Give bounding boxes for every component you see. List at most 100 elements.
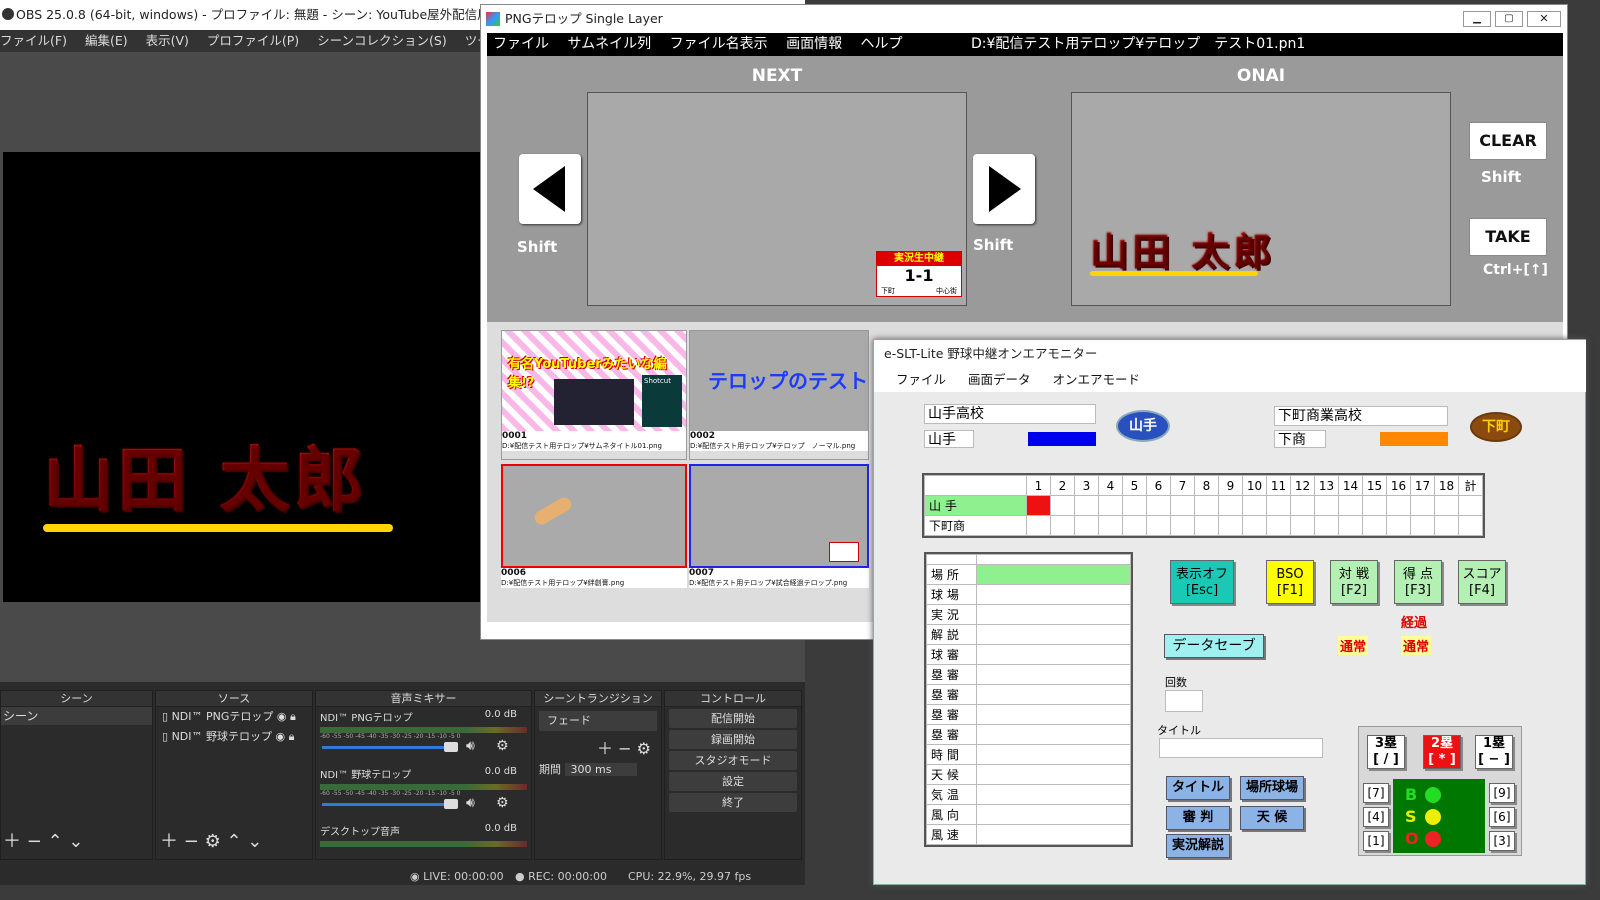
- png-menu-filename[interactable]: ファイル名表示: [670, 36, 768, 52]
- team2-short-field[interactable]: 下商: [1274, 430, 1326, 448]
- source-item[interactable]: ▯ NDI™ PNGテロップ ◉ 🔒︎: [156, 707, 312, 727]
- info-row-value[interactable]: [976, 824, 1131, 845]
- prev-button[interactable]: [519, 154, 581, 224]
- team1-short-field[interactable]: 山手: [924, 430, 974, 448]
- commentary-button[interactable]: 実況解説: [1166, 834, 1230, 858]
- clear-button[interactable]: CLEAR: [1469, 122, 1547, 160]
- matchup-button[interactable]: 対 戦 [F2]: [1330, 560, 1378, 604]
- score-cell[interactable]: [1074, 495, 1099, 516]
- score-cell[interactable]: [1074, 515, 1099, 536]
- score-cell[interactable]: [1194, 495, 1219, 516]
- info-row-value[interactable]: [976, 584, 1131, 605]
- score-cell[interactable]: [1146, 495, 1171, 516]
- next-monitor[interactable]: 実況生中継 1-1 下町 中心街: [587, 92, 967, 306]
- score-cell[interactable]: [1410, 495, 1435, 516]
- venue-button[interactable]: 場所球場: [1240, 776, 1304, 800]
- start-streaming-button[interactable]: 配信開始: [669, 709, 797, 728]
- info-row-value[interactable]: [976, 564, 1131, 585]
- obs-menu-scene-collection[interactable]: シーンコレクション(S): [317, 33, 447, 48]
- score-cell[interactable]: [1122, 495, 1147, 516]
- speaker-icon[interactable]: 🔊︎: [466, 795, 475, 811]
- score-cell[interactable]: [1314, 515, 1339, 536]
- score-cell[interactable]: [1434, 515, 1459, 536]
- team1-color-swatch[interactable]: [1028, 432, 1096, 446]
- info-row-value[interactable]: [976, 704, 1131, 725]
- score-cell[interactable]: [1458, 515, 1483, 536]
- team2-name-field[interactable]: 下町商業高校: [1274, 406, 1448, 426]
- gear-icon[interactable]: ⚙: [496, 795, 509, 811]
- remove-icon[interactable]: −: [184, 831, 199, 852]
- thumbnail-item[interactable]: テロップのテスト 0002 D:¥配信テスト用テロップ¥テロップ ノーマル.pn…: [689, 330, 869, 460]
- speaker-icon[interactable]: 🔊︎: [466, 738, 475, 754]
- score-cell[interactable]: [1458, 495, 1483, 516]
- add-icon[interactable]: ＋: [3, 831, 21, 852]
- obs-menu-profile[interactable]: プロファイル(P): [207, 33, 299, 48]
- scene-item[interactable]: シーン: [1, 707, 152, 725]
- score-cell[interactable]: [1338, 495, 1363, 516]
- score-cell[interactable]: [1386, 515, 1411, 536]
- remove-icon[interactable]: −: [618, 739, 631, 758]
- weather-button[interactable]: 天 候: [1240, 806, 1304, 830]
- score-cell[interactable]: [1290, 495, 1315, 516]
- eye-icon[interactable]: ◉: [276, 730, 286, 743]
- umpire-button[interactable]: 審 判: [1166, 806, 1230, 830]
- key-7-button[interactable]: [7]: [1363, 783, 1389, 803]
- up-icon[interactable]: ⌃: [48, 831, 63, 852]
- gear-icon[interactable]: ⚙: [496, 738, 509, 754]
- score-button[interactable]: 得 点 [F3]: [1394, 560, 1442, 604]
- key-4-button[interactable]: [4]: [1363, 807, 1389, 827]
- title-button[interactable]: タイトル: [1166, 776, 1230, 800]
- key-3-button[interactable]: [3]: [1489, 831, 1515, 851]
- info-row-value[interactable]: [976, 684, 1131, 705]
- png-menu-help[interactable]: ヘルプ: [861, 36, 903, 52]
- score-cell[interactable]: [1026, 515, 1051, 536]
- score-cell[interactable]: [1098, 495, 1123, 516]
- score-cell[interactable]: [1362, 495, 1387, 516]
- score-cell[interactable]: [1338, 515, 1363, 536]
- bso-button[interactable]: BSO [F1]: [1266, 560, 1314, 604]
- info-row-value[interactable]: [976, 804, 1131, 825]
- thumbnail-item[interactable]: 有名YouTuberみたいな編集!? Shotcut 0001 D:¥配信テスト…: [501, 330, 687, 460]
- volume-slider-handle[interactable]: [444, 742, 458, 752]
- info-row-value[interactable]: [976, 784, 1131, 805]
- down-icon[interactable]: ⌄: [247, 831, 262, 852]
- key-9-button[interactable]: [9]: [1489, 783, 1515, 803]
- png-menu-thumbnails[interactable]: サムネイル列: [567, 36, 651, 52]
- scoreboard-button[interactable]: スコア [F4]: [1458, 560, 1506, 604]
- add-icon[interactable]: ＋: [597, 739, 613, 758]
- data-save-button[interactable]: データセーブ: [1164, 634, 1264, 658]
- info-row-value[interactable]: [976, 604, 1131, 625]
- title-field[interactable]: [1159, 738, 1323, 758]
- score-cell[interactable]: [1266, 495, 1291, 516]
- obs-menu-view[interactable]: 表示(V): [146, 33, 189, 48]
- transition-select[interactable]: フェード: [539, 711, 657, 731]
- score-cell[interactable]: [1266, 515, 1291, 536]
- key-1-button[interactable]: [1]: [1363, 831, 1389, 851]
- score-cell[interactable]: [1122, 515, 1147, 536]
- close-icon[interactable]: ✕: [1527, 11, 1561, 27]
- take-button[interactable]: TAKE: [1469, 218, 1547, 256]
- score-cell[interactable]: [1314, 495, 1339, 516]
- info-row-value[interactable]: [976, 644, 1131, 665]
- score-cell[interactable]: [1290, 515, 1315, 536]
- display-off-button[interactable]: 表示オフ [Esc]: [1170, 560, 1234, 604]
- settings-button[interactable]: 設定: [669, 772, 797, 791]
- key-6-button[interactable]: [6]: [1489, 807, 1515, 827]
- inning-count-field[interactable]: [1165, 690, 1203, 712]
- exit-button[interactable]: 終了: [669, 793, 797, 812]
- program-preview[interactable]: 山田 太郎: [3, 152, 483, 602]
- onai-monitor[interactable]: 山田 太郎: [1071, 92, 1451, 306]
- lock-icon[interactable]: 🔒︎: [290, 710, 296, 723]
- score-cell[interactable]: [1050, 515, 1075, 536]
- gear-icon[interactable]: ⚙: [205, 831, 221, 852]
- png-menu-screen-info[interactable]: 画面情報: [786, 36, 842, 52]
- remove-icon[interactable]: −: [27, 831, 42, 852]
- score-cell[interactable]: [1170, 495, 1195, 516]
- add-icon[interactable]: ＋: [160, 831, 178, 852]
- score-cell[interactable]: [1218, 495, 1243, 516]
- first-base-button[interactable]: 1塁[ − ]: [1475, 735, 1513, 769]
- volume-slider-handle[interactable]: [444, 799, 458, 809]
- slt-menu-screen-data[interactable]: 画面データ: [968, 372, 1031, 387]
- lock-icon[interactable]: 🔒︎: [289, 730, 295, 743]
- gear-icon[interactable]: ⚙: [637, 739, 651, 758]
